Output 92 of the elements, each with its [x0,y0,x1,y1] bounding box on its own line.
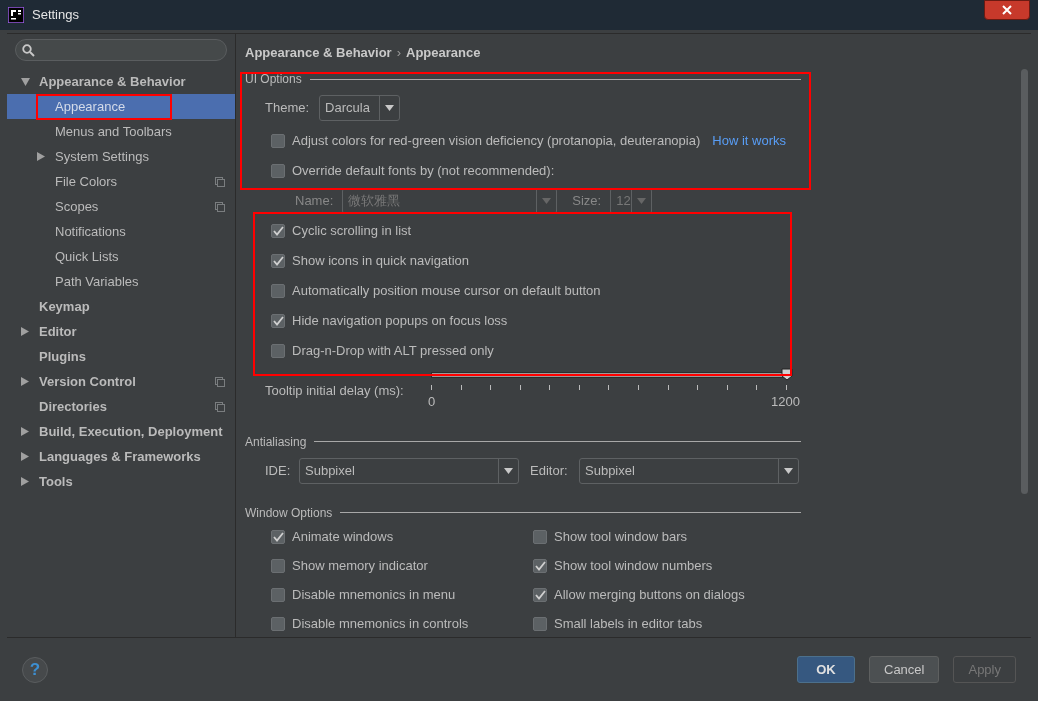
checkbox-label: Disable mnemonics in controls [292,615,469,634]
dropdown-arrow-icon [784,468,793,474]
checkbox[interactable] [271,224,285,238]
check-icon [272,316,284,326]
checkbox[interactable] [271,559,285,573]
dialog-button[interactable]: OK [797,656,855,683]
font-name-label: Name: [295,192,334,211]
slider-max-label: 1200 [771,393,800,411]
dropdown-arrow-icon [637,198,647,204]
checkbox-label: Adjust colors for red-green vision deficiency (protanopia, deuteranopia) [292,132,701,151]
checkbox[interactable] [271,617,285,631]
collapsed-arrow-icon [21,327,29,336]
checkbox[interactable] [271,530,285,544]
slider-thumb[interactable] [781,368,793,381]
tree-item[interactable]: Scopes [7,194,235,219]
dropdown[interactable]: Darcula [319,95,401,121]
checkbox[interactable] [271,344,285,358]
checkbox-label: Drag-n-Drop with ALT pressed only [292,342,494,361]
check-icon [272,226,284,236]
tree-item[interactable]: Languages & Frameworks [7,444,235,469]
checkbox[interactable] [271,314,285,328]
checkbox[interactable] [271,254,285,268]
checkbox-label: Allow merging buttons on dialogs [554,586,745,605]
dialog-button[interactable]: Cancel [869,656,940,683]
scrollbar[interactable] [1021,69,1028,494]
section-title: Window Options [245,504,333,522]
checkbox[interactable] [271,164,285,178]
app-logo-icon [8,7,24,23]
tree-item[interactable]: Editor [7,319,235,344]
collapsed-arrow-icon [21,377,29,386]
breadcrumb-item: Appearance [406,44,481,63]
tooltip-delay-label: Tooltip initial delay (ms): [265,382,405,400]
checkbox-label: Disable mnemonics in menu [292,586,456,605]
tree-item[interactable]: Appearance & Behavior [7,69,235,94]
checkbox[interactable] [533,559,547,573]
tree-item[interactable]: Menus and Toolbars [7,119,235,144]
checkbox[interactable] [271,284,285,298]
how-it-works-link[interactable]: How it works [712,131,786,151]
checkbox-label: Show icons in quick navigation [292,252,470,271]
slider-min-label: 0 [428,393,436,411]
checkbox-label: Cyclic scrolling in list [292,222,412,241]
breadcrumb-separator: › [396,44,401,63]
search-icon [22,43,35,57]
checkbox[interactable] [533,588,547,602]
check-icon [272,532,284,542]
dropdown-arrow-icon [504,468,513,474]
tree-item[interactable]: Build, Execution, Deployment [7,419,235,444]
tree-item[interactable]: System Settings [7,144,235,169]
collapsed-arrow-icon [21,477,29,486]
close-icon [1002,5,1012,15]
checkbox-label: Show memory indicator [292,557,428,576]
tree-item[interactable]: Notifications [7,219,235,244]
collapsed-arrow-icon [21,452,29,461]
theme-label: Theme: [265,99,310,118]
checkbox[interactable] [533,617,547,631]
checkbox-label: Animate windows [292,528,394,547]
search-field[interactable] [15,39,227,61]
window-title: Settings [32,6,79,25]
close-button[interactable] [984,0,1030,20]
breadcrumb-item: Appearance & Behavior [245,44,392,63]
tree-item[interactable]: Plugins [7,344,235,369]
checkbox[interactable] [533,530,547,544]
checkbox-label: Override default fonts by (not recommended): [292,162,555,181]
check-icon [272,256,284,266]
dropdown[interactable]: Subpixel [299,458,519,484]
checkbox-label: Show tool window bars [554,528,687,547]
section-title: Antialiasing [245,433,307,451]
checkbox-label: Small labels in editor tabs [554,615,703,634]
collapsed-arrow-icon [37,152,45,161]
checkbox-label: Automatically position mouse cursor on default button [292,282,601,301]
check-icon [534,590,546,600]
tree-item[interactable]: Directories [7,394,235,419]
checkbox[interactable] [271,588,285,602]
tree-item[interactable]: Version Control [7,369,235,394]
dropdown-arrow-icon [542,198,552,204]
ide-label: IDE: [265,462,292,481]
checkbox-label: Show tool window numbers [554,557,713,576]
tree-item[interactable]: Path Variables [7,269,235,294]
editor-label: Editor: [530,462,569,481]
font-size-label: Size: [572,192,602,211]
tree-item[interactable]: File Colors [7,169,235,194]
collapsed-arrow-icon [21,427,29,436]
tree-item[interactable]: Keymap [7,294,235,319]
check-icon [534,561,546,571]
expanded-arrow-icon [21,77,30,86]
dropdown[interactable]: Subpixel [579,458,799,484]
checkbox[interactable] [271,134,285,148]
checkbox-label: Hide navigation popups on focus loss [292,312,508,331]
tree-item[interactable]: Quick Lists [7,244,235,269]
dropdown-arrow-icon [385,105,395,111]
section-title: UI Options [245,71,302,88]
tree-item[interactable]: Tools [7,469,235,494]
